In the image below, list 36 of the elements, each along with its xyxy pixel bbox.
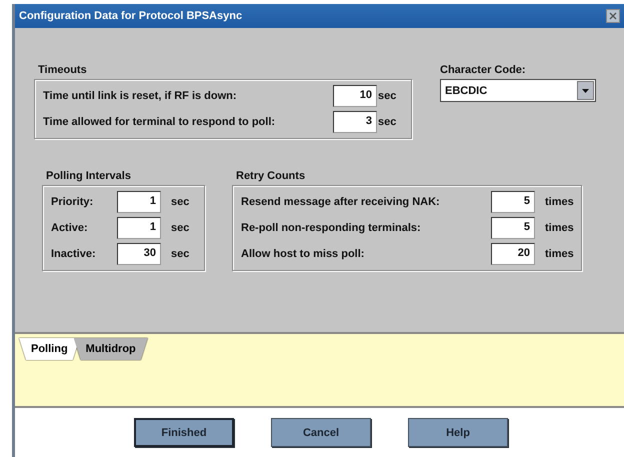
field-label: Active: bbox=[51, 222, 89, 234]
group-label: Polling Intervals bbox=[46, 170, 132, 182]
dialog-button[interactable]: Cancel bbox=[271, 418, 371, 447]
input-field[interactable]: 30 bbox=[117, 243, 161, 265]
unit-label: sec bbox=[171, 248, 190, 260]
group-label: Retry Counts bbox=[236, 170, 306, 182]
close-button[interactable] bbox=[606, 9, 620, 23]
unit-label: sec bbox=[378, 90, 396, 102]
unit-label: times bbox=[545, 248, 574, 260]
field-label: Time until link is reset, if RF is down: bbox=[43, 90, 238, 102]
input-field[interactable]: 3 bbox=[333, 111, 377, 133]
dialog-button[interactable]: Help bbox=[408, 418, 508, 447]
field-label: Allow host to miss poll: bbox=[241, 248, 366, 260]
field-label: Resend message after receiving NAK: bbox=[241, 196, 441, 208]
tab[interactable]: Multidrop bbox=[74, 338, 148, 360]
field-label: Character Code: bbox=[440, 64, 527, 76]
input-field[interactable]: 5 bbox=[491, 191, 535, 213]
window-title: Configuration Data for Protocol BPSAsync bbox=[19, 10, 242, 22]
input-field[interactable]: 20 bbox=[491, 243, 535, 265]
group-label: Timeouts bbox=[38, 64, 88, 76]
field-label: Inactive: bbox=[51, 248, 97, 260]
close-icon bbox=[609, 12, 617, 20]
input-field[interactable]: 1 bbox=[117, 217, 161, 239]
unit-label: sec bbox=[378, 116, 396, 128]
field-label: Priority: bbox=[51, 196, 94, 208]
input-field[interactable]: 10 bbox=[333, 85, 377, 107]
unit-label: sec bbox=[171, 222, 190, 234]
input-field[interactable]: 1 bbox=[117, 191, 161, 213]
unit-label: sec bbox=[171, 196, 190, 208]
dialog-button[interactable]: Finished bbox=[134, 418, 234, 447]
input-field[interactable]: 5 bbox=[491, 217, 535, 239]
unit-label: times bbox=[545, 196, 574, 208]
dropdown[interactable]: EBCDIC bbox=[440, 79, 596, 102]
field-label: Re-poll non-responding terminals: bbox=[241, 222, 422, 234]
unit-label: times bbox=[545, 222, 574, 234]
field-label: Time allowed for terminal to respond to poll: bbox=[43, 116, 276, 128]
